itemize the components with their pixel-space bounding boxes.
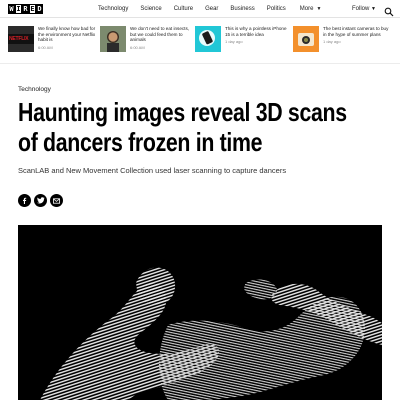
search-icon (384, 7, 394, 17)
share-twitter-button[interactable] (34, 194, 47, 207)
trending-thumbnail: NETFLIX (8, 26, 34, 52)
trending-title: We finally know how bad for the environm… (38, 26, 100, 50)
headline-line-1: Haunting images reveal 3D scans (18, 97, 347, 127)
trending-thumbnail (195, 26, 221, 52)
article-dek: ScanLAB and New Movement Collection used… (18, 166, 287, 175)
trending-thumbnail (293, 26, 319, 52)
chevron-down-icon: ▼ (316, 6, 322, 12)
trending-card[interactable]: This is why a pointless iPhone 15 is a t… (195, 26, 287, 58)
twitter-icon (36, 197, 45, 204)
article-category[interactable]: Technology (18, 86, 51, 93)
trending-card[interactable]: The best instant cameras to buy in the h… (293, 26, 393, 58)
share-facebook-button[interactable] (18, 194, 31, 207)
chevron-down-icon: ▼ (371, 6, 376, 12)
share-email-button[interactable] (50, 194, 63, 207)
person-image (100, 26, 126, 52)
trending-thumbnail (100, 26, 126, 52)
article-headline: Haunting images reveal 3D scans of dance… (18, 97, 347, 157)
trending-time: 6:00 AM (38, 44, 53, 50)
logo-letter-w: W (8, 4, 15, 14)
trending-strip: NETFLIX We finally know how bad for the … (0, 20, 400, 64)
follow-button[interactable]: Follow (352, 4, 369, 14)
thumbnail-text: NETFLIX (9, 36, 29, 42)
wired-logo[interactable]: W I R E D (8, 4, 43, 14)
nav-item-business[interactable]: Business (230, 4, 254, 14)
trending-title: We don't need to eat insects, but we cou… (130, 26, 192, 50)
nav-item-technology[interactable]: Technology (98, 4, 128, 14)
trending-card[interactable]: NETFLIX We finally know how bad for the … (8, 26, 100, 58)
nav-item-gear[interactable]: Gear (205, 4, 218, 14)
trending-title: The best instant cameras to buy in the h… (323, 26, 391, 45)
trending-title: This is why a pointless iPhone 15 is a t… (225, 26, 287, 45)
trending-time: 1 day ago (225, 39, 243, 45)
trending-card[interactable]: We don't need to eat insects, but we cou… (100, 26, 192, 58)
facebook-icon (23, 197, 27, 204)
headline-line-2: of dancers frozen in time (18, 127, 263, 157)
dancer-scan-image (18, 225, 382, 400)
logo-letter-i: I (15, 4, 22, 14)
trending-title-text: The best instant cameras to buy in the h… (323, 26, 389, 37)
trending-title-text: This is why a pointless iPhone 15 is a t… (225, 26, 287, 37)
hero-image (18, 225, 382, 400)
nav-item-culture[interactable]: Culture (174, 4, 193, 14)
trending-time: 1 day ago (323, 39, 341, 45)
section-nav: Technology Science Culture Gear Business… (98, 4, 333, 14)
top-nav: W I R E D Technology Science Culture Gea… (0, 0, 400, 18)
trending-title-text: We don't need to eat insects, but we cou… (130, 26, 190, 43)
phone-image (195, 26, 221, 52)
trending-time: 6:00 AM (130, 44, 145, 50)
nav-item-more[interactable]: More (300, 4, 314, 14)
email-icon (53, 197, 60, 204)
logo-letter-e: E (29, 4, 36, 14)
nav-item-politics[interactable]: Politics (267, 4, 286, 14)
camera-image (293, 26, 319, 52)
trending-title-text: We finally know how bad for the environm… (38, 26, 96, 43)
logo-letter-r: R (22, 4, 29, 14)
search-button[interactable] (384, 4, 394, 17)
logo-letter-d: D (36, 4, 43, 14)
nav-item-science[interactable]: Science (140, 4, 161, 14)
